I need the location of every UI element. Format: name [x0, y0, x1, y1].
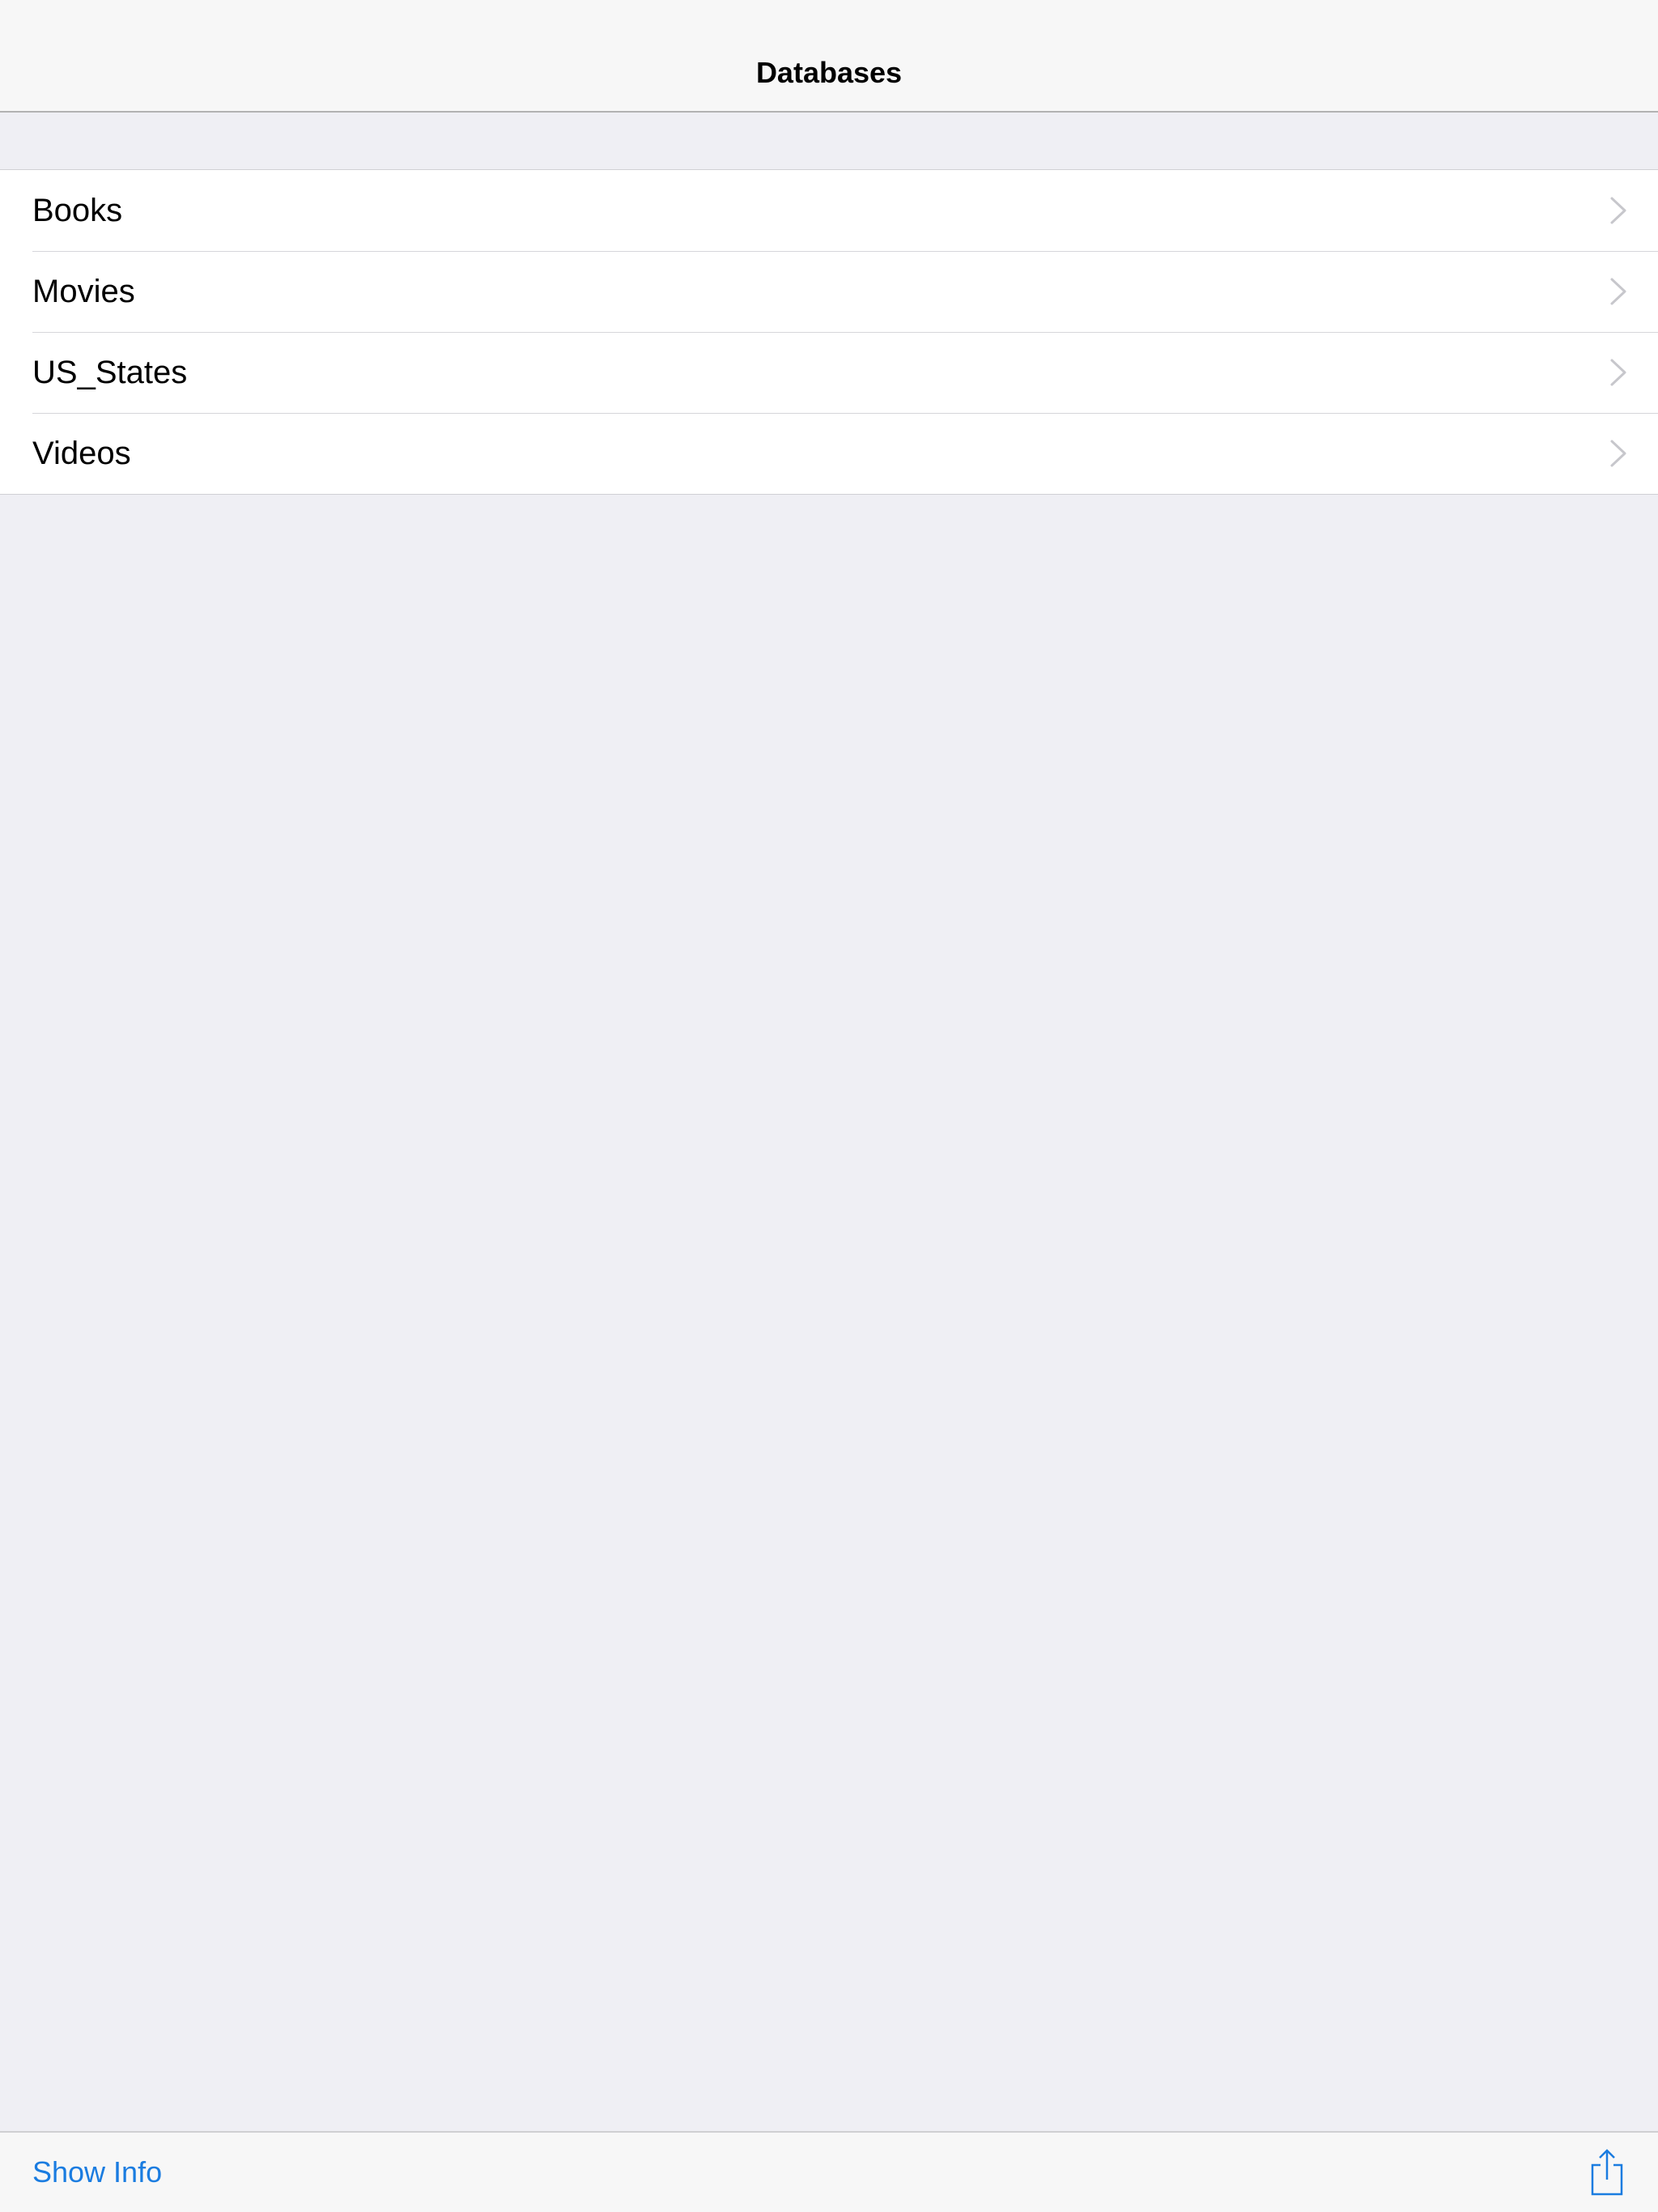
list-item-label: US_States: [32, 354, 188, 390]
chevron-right-icon: [1610, 278, 1626, 305]
show-info-button[interactable]: Show Info: [32, 2133, 162, 2212]
list-item-label: Videos: [32, 435, 131, 471]
share-icon[interactable]: [1588, 2147, 1626, 2197]
list-item-books[interactable]: Books: [0, 170, 1658, 251]
navigation-bar: Databases: [0, 0, 1658, 113]
page-title: Databases: [755, 56, 903, 89]
chevron-right-icon: [1610, 197, 1626, 224]
list-item-movies[interactable]: Movies: [0, 251, 1658, 332]
list-item-videos[interactable]: Videos: [0, 413, 1658, 494]
list-item-label: Books: [32, 192, 123, 228]
chevron-right-icon: [1610, 359, 1626, 386]
bottom-toolbar: Show Info: [0, 2131, 1658, 2212]
chevron-right-icon: [1610, 440, 1626, 467]
database-list: Books Movies US_States Videos: [0, 169, 1658, 495]
list-item-label: Movies: [32, 273, 135, 309]
list-item-us-states[interactable]: US_States: [0, 332, 1658, 413]
